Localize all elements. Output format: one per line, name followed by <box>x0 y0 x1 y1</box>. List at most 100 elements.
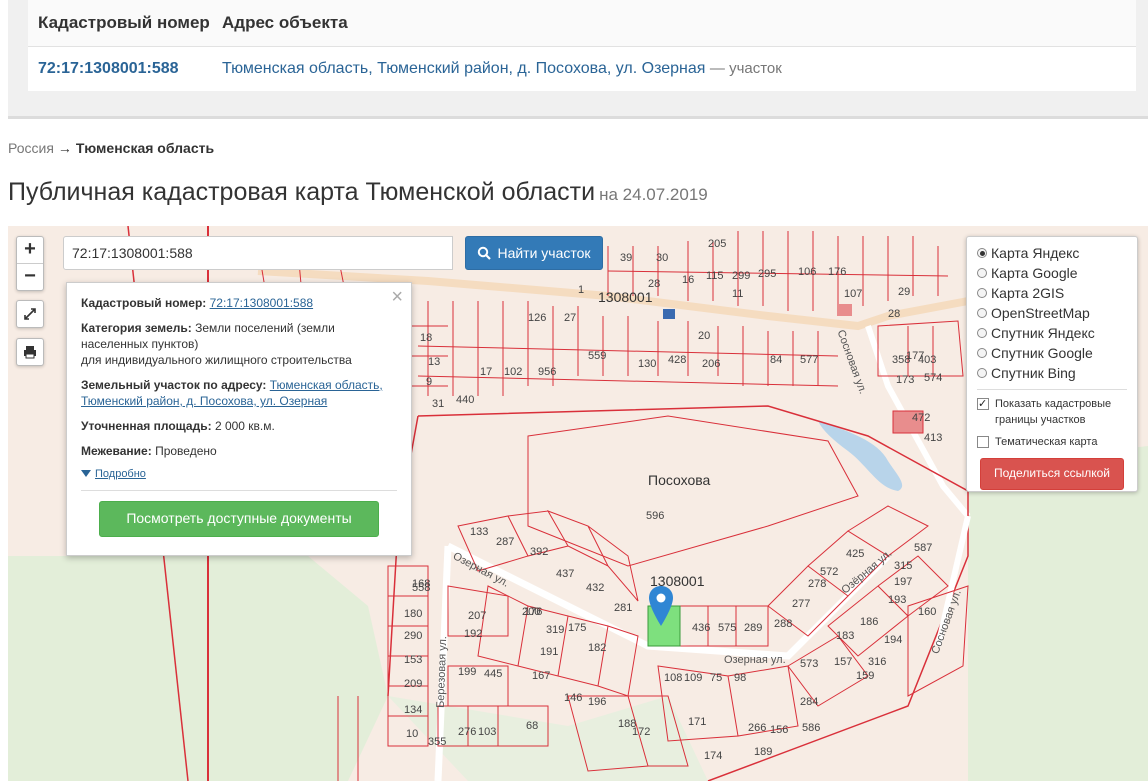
parcel-number-label: 159 <box>856 670 875 682</box>
parcel-number-label: 168 <box>412 578 431 590</box>
layer-radio[interactable] <box>977 248 987 258</box>
parcel-number-label: 413 <box>924 432 943 444</box>
street-berezovaya: Березовая ул. <box>434 635 450 709</box>
parcel-number-label: 289 <box>744 622 763 634</box>
fullscreen-button[interactable] <box>16 300 44 328</box>
layer-option-label: Карта Google <box>991 265 1078 281</box>
parcel-number-label: 436 <box>692 622 711 634</box>
parcel-number-label: 11 <box>732 288 744 300</box>
layer-option[interactable]: Спутник Bing <box>977 363 1127 383</box>
breadcrumb: Россия → Тюменская область <box>8 140 214 156</box>
parcel-number-label: 156 <box>770 724 789 736</box>
search-icon <box>478 246 492 260</box>
details-toggle[interactable]: Подробно <box>81 468 397 480</box>
green-area-east <box>968 446 1148 781</box>
parcel-number-label: 183 <box>836 630 855 642</box>
address-link[interactable]: Тюменская область, Тюменский район, д. П… <box>222 60 705 77</box>
parcel-number-label: 1 <box>578 284 585 296</box>
table-header: Кадастровый номер Адрес объекта <box>28 0 1136 47</box>
popup-cadastral-link[interactable]: 72:17:1308001:588 <box>210 296 313 310</box>
layer-option[interactable]: Спутник Google <box>977 343 1127 363</box>
layer-radio[interactable] <box>977 268 987 278</box>
parcel-number-label: 355 <box>428 736 447 748</box>
view-documents-button[interactable]: Посмотреть доступные документы <box>99 501 379 537</box>
parcel-number-label: 189 <box>754 746 773 758</box>
parcel-number-label: 278 <box>808 578 827 590</box>
parcel-number-label: 126 <box>528 312 547 324</box>
layer-option[interactable]: OpenStreetMap <box>977 303 1127 323</box>
parcel-number-label: 75 <box>710 672 723 684</box>
parcel-number-label: 133 <box>470 526 489 538</box>
parcel-number-label: 316 <box>868 656 887 668</box>
area-label: Уточненная площадь: <box>81 419 212 433</box>
usage-value: для индивидуального жилищного строительс… <box>81 353 352 367</box>
parcel-number-label: 205 <box>708 238 727 250</box>
show-boundaries-checkbox[interactable] <box>977 396 989 412</box>
address-label: Земельный участок по адресу: <box>81 378 267 392</box>
thematic-map-checkbox[interactable] <box>977 436 989 448</box>
parcel-number-label: 295 <box>758 268 777 280</box>
parcel-number-label: 428 <box>668 354 687 366</box>
layer-option[interactable]: Карта Google <box>977 263 1127 283</box>
close-popup-icon[interactable]: × <box>391 287 403 307</box>
parcel-number-label: 574 <box>924 372 943 384</box>
parcel-number-label: 31 <box>432 398 445 410</box>
parcel-number-label: 134 <box>404 704 423 716</box>
parcel-number-label: 106 <box>798 266 817 278</box>
parcel-number-label: 171 <box>688 716 707 728</box>
parcel-info-popup: × Кадастровый номер: 72:17:1308001:588 К… <box>66 282 412 556</box>
object-type-label: — участок <box>709 60 782 77</box>
share-link-button[interactable]: Поделиться ссылкой <box>980 458 1124 490</box>
parcel-number-label: 277 <box>792 598 811 610</box>
parcel-number-label: 191 <box>540 646 559 658</box>
parcel-number-label: 299 <box>732 270 751 282</box>
parcel-number-label: 437 <box>556 568 575 580</box>
cadastral-search-input[interactable] <box>63 236 453 270</box>
header-address: Адрес объекта <box>222 13 348 32</box>
parcel-number-label: 182 <box>588 642 607 654</box>
parcel-number-label: 160 <box>918 606 937 618</box>
layer-option[interactable]: Карта Яндекс <box>977 243 1127 263</box>
parcel-number-label: 440 <box>456 394 475 406</box>
cadastral-map[interactable]: Посохова 596 1308001 1308001 Озерная ул.… <box>8 226 1148 781</box>
layer-option-label: Спутник Яндекс <box>991 325 1095 341</box>
zoom-out-button[interactable]: − <box>17 263 43 290</box>
layer-option[interactable]: Карта 2GIS <box>977 283 1127 303</box>
layer-option-label: Спутник Bing <box>991 365 1076 381</box>
show-boundaries-option[interactable]: Показать кадастровые границы участков <box>977 396 1127 428</box>
parcel-number-label: 577 <box>800 354 819 366</box>
parcel-number-label: 180 <box>404 608 423 620</box>
parcel-number-label: 199 <box>458 666 477 678</box>
parcel-number-label: 432 <box>586 582 605 594</box>
details-link[interactable]: Подробно <box>95 468 146 480</box>
parcel-number-label: 284 <box>800 696 819 708</box>
zoom-control: + − <box>16 236 44 291</box>
breadcrumb-russia-link[interactable]: Россия <box>8 140 54 156</box>
parcel-number-label: 177 <box>906 350 925 362</box>
layer-option-label: Карта Яндекс <box>991 245 1080 261</box>
cadastral-number-link[interactable]: 72:17:1308001:588 <box>38 60 179 77</box>
layer-radio[interactable] <box>977 348 987 358</box>
thematic-map-option[interactable]: Тематическая карта <box>977 434 1127 450</box>
parcel-number-label: 9 <box>426 376 433 388</box>
parcel-number-label: 192 <box>464 628 483 640</box>
layer-radio[interactable] <box>977 288 987 298</box>
area-value: 2 000 кв.м. <box>214 419 275 433</box>
breadcrumb-arrow: → <box>57 140 72 156</box>
parcel-number-label: 281 <box>614 602 633 614</box>
parcel-number-label: 290 <box>404 630 423 642</box>
parcel-number-label: 176 <box>828 266 847 278</box>
parcel-number-label: 209 <box>404 678 423 690</box>
parcel-number-label: 68 <box>526 720 539 732</box>
parcel-number-label: 130 <box>638 358 657 370</box>
village-label: Посохова <box>648 472 711 488</box>
layer-radio[interactable] <box>977 328 987 338</box>
layer-option[interactable]: Спутник Яндекс <box>977 323 1127 343</box>
layer-radio[interactable] <box>977 368 987 378</box>
print-button[interactable] <box>16 338 44 366</box>
map-pin-icon[interactable] <box>648 586 674 626</box>
zoom-in-button[interactable]: + <box>17 237 43 263</box>
find-parcel-button[interactable]: Найти участок <box>465 236 603 270</box>
layer-radio[interactable] <box>977 308 987 318</box>
parcel-number-label: 276 <box>458 726 477 738</box>
